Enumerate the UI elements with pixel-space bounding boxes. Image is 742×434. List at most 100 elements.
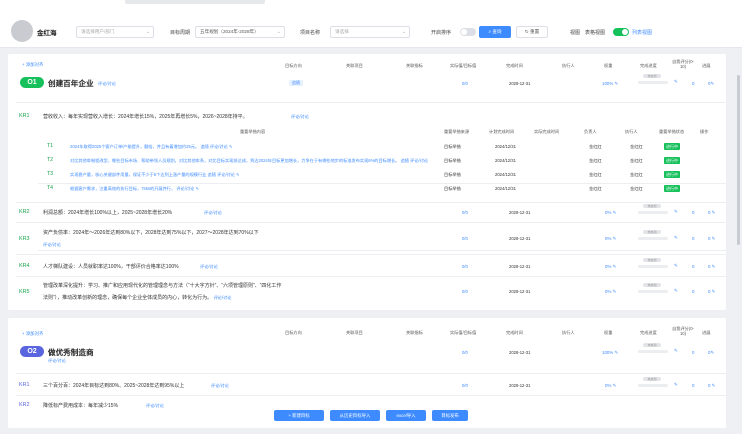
kr-weight[interactable]: 0% ✎ bbox=[605, 264, 616, 270]
kr-text[interactable]: 降低标产费用成本：每年减少15% bbox=[43, 402, 118, 409]
objective-score[interactable]: 0 bbox=[692, 81, 694, 86]
task-text[interactable]: 2024年取得2025个客户订单/产能提升，翻倍，并且有着增加约25元。 追随 … bbox=[70, 144, 233, 150]
kr-comment-link[interactable]: 评论/讨论 bbox=[214, 295, 232, 300]
sort-toggle[interactable] bbox=[460, 28, 476, 36]
kr-text[interactable]: 利润总额：2024年增长100%以上，2025~2028年增长20% bbox=[43, 209, 172, 216]
task-comment[interactable]: 评论/讨论 bbox=[210, 144, 228, 149]
col-report: 进展 bbox=[702, 330, 711, 335]
kr-comment-link[interactable]: 评论/讨论 bbox=[211, 383, 229, 389]
objective-actual[interactable]: 0/0 bbox=[462, 350, 468, 355]
task-comment[interactable]: 评论/讨论 bbox=[410, 158, 428, 163]
kr-weight[interactable]: 0% ✎ bbox=[605, 236, 616, 242]
objective-score[interactable]: 0 bbox=[692, 350, 694, 355]
edit-icon[interactable]: ✎ bbox=[674, 79, 678, 85]
kr-report[interactable]: 0 ✎ bbox=[708, 383, 715, 389]
objective-actual[interactable]: 0/0 bbox=[462, 81, 468, 86]
kr-comment-link[interactable]: 评论/讨论 bbox=[43, 242, 61, 248]
task-status-badge[interactable]: 进行中 bbox=[664, 143, 680, 150]
task-col-action: 操作 bbox=[700, 129, 709, 134]
task-id: T3 bbox=[47, 171, 54, 177]
task-text[interactable]: 实现稳产量，核心关键部件用量，保证不少于5个达到上涨产量的规模行业 追随 评论/… bbox=[70, 172, 240, 178]
kr-weight[interactable]: 0% ✎ bbox=[605, 383, 616, 389]
kr-score[interactable]: 0 bbox=[692, 383, 694, 388]
edit-icon: ✎ bbox=[612, 264, 617, 269]
task-status-badge[interactable]: 进行中 bbox=[664, 157, 680, 164]
task-text[interactable]: 对比其他车制程改型，哪些目标市场、帮助带领人员规划，对比其他车系，对比目标实现前… bbox=[70, 158, 438, 164]
add-objective-link[interactable]: + 添加对齐 bbox=[22, 331, 43, 337]
search-button[interactable]: ⌕ 查询 bbox=[479, 26, 511, 38]
objective-comment-link[interactable]: 评论/讨论 bbox=[48, 358, 66, 364]
import-history-button[interactable]: 从历史目标导入 bbox=[330, 410, 380, 421]
view-label: 视图 bbox=[570, 30, 581, 36]
kr-score[interactable]: 0 bbox=[692, 289, 694, 294]
kr-weight[interactable]: 0% ✎ bbox=[605, 210, 616, 216]
kr-actual[interactable]: 0/0 bbox=[462, 383, 468, 388]
kr-score[interactable]: 0 bbox=[692, 210, 694, 215]
divider bbox=[16, 276, 726, 277]
scrollbar[interactable] bbox=[737, 75, 740, 245]
edit-icon: ✎ bbox=[612, 210, 617, 215]
objective-report[interactable]: 0✎ bbox=[708, 350, 714, 356]
objective-weight[interactable]: 100% ✎ bbox=[602, 81, 618, 87]
kr-report[interactable]: 0 ✎ bbox=[708, 289, 715, 295]
goal-cycle-select[interactable]: 五年规划（2024年-2028年） ⌄ bbox=[195, 26, 285, 38]
edit-icon: ✎ bbox=[195, 186, 199, 191]
objective-progress-bar bbox=[638, 350, 668, 353]
kr-actual[interactable]: 0/0 bbox=[462, 236, 468, 241]
task-plan-date: 2024/12/31 bbox=[495, 144, 516, 149]
kr-comment-link[interactable]: 评论/讨论 bbox=[291, 114, 309, 120]
table-view-option[interactable]: 表格视图 bbox=[585, 29, 605, 36]
task-status-badge[interactable]: 进行中 bbox=[664, 171, 680, 178]
kr-text[interactable]: 营收收入：每年实现营收入增长：2024年增长15%，2025年再增长5%，202… bbox=[43, 113, 248, 120]
edit-icon[interactable]: ✎ bbox=[674, 263, 678, 269]
objective-report[interactable]: 0✎ bbox=[708, 81, 714, 87]
kr-actual[interactable]: 0/0 bbox=[462, 264, 468, 269]
add-objective-link[interactable]: + 添加对齐 bbox=[22, 62, 43, 68]
project-name-placeholder: 请选择 bbox=[335, 29, 349, 34]
edit-icon[interactable]: ✎ bbox=[674, 288, 678, 294]
edit-icon[interactable]: ✎ bbox=[674, 235, 678, 241]
objective-title[interactable]: 创建百年企业 bbox=[48, 78, 94, 89]
kr-comment-link[interactable]: 评论/讨论 bbox=[200, 264, 218, 270]
kr-score[interactable]: 0 bbox=[692, 264, 694, 269]
kr-text[interactable]: 人才梯队建设：人员就职率达100%，干部评价合格率达100% bbox=[43, 263, 179, 270]
list-view-option[interactable]: 列表视图 bbox=[632, 29, 652, 36]
kr-actual[interactable]: 0/0 bbox=[462, 289, 468, 294]
task-id: T1 bbox=[47, 143, 54, 149]
kr-report[interactable]: 0 ✎ bbox=[708, 264, 715, 270]
kr-text[interactable]: 三个百分百：2024年目标达到80%、2025~2028年达到95%以上 bbox=[43, 382, 184, 389]
task-status-badge[interactable]: 进行中 bbox=[664, 185, 680, 192]
import-excel-button[interactable]: excel导入 bbox=[386, 410, 426, 421]
kr-progress-bar bbox=[638, 211, 668, 214]
task-plan-date: 2024/12/31 bbox=[495, 172, 516, 177]
edit-icon[interactable]: ✎ bbox=[674, 348, 678, 354]
new-goal-button[interactable]: + 新建目标 bbox=[274, 410, 324, 421]
project-name-select[interactable]: 请选择 ⌄ bbox=[330, 26, 410, 38]
kr-actual[interactable]: 0/0 bbox=[462, 210, 468, 215]
kr-comment-link[interactable]: 评论/讨论 bbox=[146, 403, 164, 409]
kr-report[interactable]: 0 ✎ bbox=[708, 210, 715, 216]
user-select-placeholder: 请选择用户/部门 bbox=[81, 29, 115, 34]
view-toggle[interactable] bbox=[613, 28, 629, 36]
objective-comment-link[interactable]: 评论/讨论 bbox=[98, 81, 116, 87]
kr-text[interactable]: 资产负债率：2024年～2026年达到80%以下，2028年达到75%以下，20… bbox=[43, 229, 259, 236]
objective-progress-bar bbox=[638, 81, 668, 84]
avatar[interactable] bbox=[11, 20, 33, 42]
reset-button[interactable]: ↻ 重置 bbox=[516, 26, 548, 38]
edit-icon[interactable]: ✎ bbox=[674, 209, 678, 215]
kr-comment-link[interactable]: 评论/讨论 bbox=[204, 210, 222, 216]
publish-goal-button[interactable]: 目标发布 bbox=[432, 410, 468, 421]
task-comment[interactable]: 评论/讨论 bbox=[217, 172, 235, 177]
kr-report[interactable]: 0 ✎ bbox=[708, 236, 715, 242]
task-comment[interactable]: 评论/讨论 bbox=[176, 186, 194, 191]
kr-text-line2[interactable]: 法则”），推动改革创新的理念，确保每个企业全体成员的内心，转化为行为。 评论/讨… bbox=[43, 294, 231, 301]
divider bbox=[16, 102, 726, 103]
edit-icon[interactable]: ✎ bbox=[674, 382, 678, 388]
kr-weight[interactable]: 0% ✎ bbox=[605, 289, 616, 295]
kr-text-line1[interactable]: 管理改革深化提升：学习、推广和应用现代化的管理理念与方法（“十大字方针”、“六项… bbox=[43, 282, 281, 289]
objective-weight[interactable]: 100% ✎ bbox=[602, 350, 618, 356]
kr-score[interactable]: 0 bbox=[692, 236, 694, 241]
user-select[interactable]: 请选择用户/部门 ⌄ bbox=[76, 26, 154, 38]
objective-title[interactable]: 做优秀制造商 bbox=[48, 347, 94, 358]
task-text[interactable]: 根据客户需求，注重高效的执行目标，7s5s的开展并行， 评论/讨论 ✎ bbox=[70, 186, 199, 192]
